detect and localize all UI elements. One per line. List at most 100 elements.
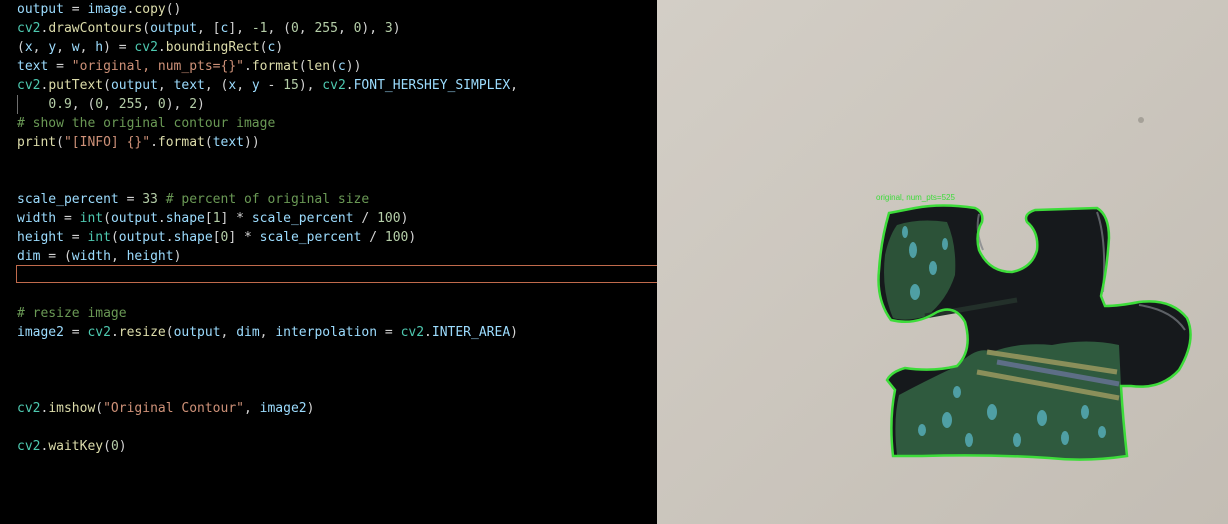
- code-line[interactable]: output = image.copy(): [17, 0, 181, 19]
- code-token: (: [56, 135, 64, 150]
- code-token: .: [110, 325, 119, 340]
- code-line[interactable]: # show the original contour image: [17, 114, 275, 133]
- code-token: c: [337, 59, 346, 74]
- code-token: output: [150, 21, 198, 36]
- code-token: .: [243, 59, 252, 74]
- code-token: 0: [110, 439, 119, 454]
- code-token: interpolation: [275, 325, 378, 340]
- code-line[interactable]: print("[INFO] {}".format(text)): [17, 133, 260, 152]
- code-line[interactable]: scale_percent = 33 # percent of original…: [17, 190, 369, 209]
- code-token: "Original Contour": [103, 401, 244, 416]
- contour-label: original, num_pts=525: [876, 193, 955, 202]
- code-token: =: [63, 230, 88, 245]
- code-token: boundingRect: [165, 40, 260, 55]
- code-token: ,: [79, 40, 96, 55]
- code-token: (: [110, 230, 119, 245]
- code-token: shape: [173, 230, 213, 245]
- code-token: y: [48, 40, 57, 55]
- code-token: w: [71, 40, 80, 55]
- code-line[interactable]: dim = (width, height): [17, 247, 181, 266]
- code-line[interactable]: cv2. putText(output, text, (x, y - 15), c…: [17, 76, 518, 95]
- code-token: ): [408, 230, 417, 245]
- code-editor[interactable]: output = image.copy() cv2.drawContours(ou…: [0, 0, 657, 524]
- code-token: , (: [267, 21, 291, 36]
- code-line[interactable]: cv2.imshow("Original Contour", image2): [17, 399, 314, 418]
- code-token: ): [306, 401, 315, 416]
- code-token: scale_percent: [251, 211, 354, 226]
- code-token: /: [353, 211, 378, 226]
- code-token: .: [424, 325, 432, 340]
- code-token: (: [95, 401, 104, 416]
- code-token: ,: [32, 40, 49, 55]
- code-token: .: [150, 135, 158, 150]
- code-token: ,: [142, 97, 158, 112]
- code-token: int: [87, 230, 111, 245]
- code-token: h: [95, 40, 104, 55]
- code-token: -1: [251, 21, 268, 36]
- code-token: text: [212, 135, 244, 150]
- code-line[interactable]: text = "original, num_pts={}".format(len…: [17, 57, 361, 76]
- code-token: width: [71, 249, 111, 264]
- code-token: output: [173, 325, 221, 340]
- code-token: ,: [298, 21, 315, 36]
- code-token: resize: [118, 325, 166, 340]
- code-token: ,: [103, 97, 119, 112]
- code-token: cv2: [17, 78, 41, 93]
- code-token: (): [165, 2, 182, 17]
- code-token: "[INFO] {}": [63, 135, 151, 150]
- code-line[interactable]: cv2.waitKey(0): [17, 437, 127, 456]
- code-token: dim: [17, 249, 41, 264]
- code-token: ): [400, 211, 409, 226]
- code-token: [: [204, 211, 213, 226]
- code-token: # show the original contour image: [17, 116, 276, 131]
- code-line[interactable]: 0.9, (0, 255, 0), 2): [17, 95, 205, 114]
- code-line[interactable]: # resize image: [17, 304, 127, 323]
- code-token: cv2: [17, 21, 41, 36]
- code-token: ): [173, 249, 182, 264]
- code-token: /: [361, 230, 385, 245]
- code-token: .: [157, 211, 166, 226]
- code-token: (: [204, 135, 213, 150]
- code-token: format: [251, 59, 299, 74]
- indent-guide: [17, 95, 18, 114]
- table-speck: [1138, 117, 1144, 123]
- code-token: image: [87, 2, 127, 17]
- code-token: image2: [259, 401, 307, 416]
- code-line[interactable]: cv2.drawContours(output, [c], -1, (0, 25…: [17, 19, 401, 38]
- code-token: (: [17, 40, 25, 55]
- code-token: ,: [337, 21, 354, 36]
- code-token: ): [197, 97, 205, 112]
- code-token: cv2: [87, 325, 111, 340]
- code-line[interactable]: image2 = cv2.resize(output, dim, interpo…: [17, 323, 518, 342]
- code-token: # resize image: [17, 306, 127, 321]
- code-token: putText: [48, 78, 104, 93]
- code-token: 0: [290, 21, 299, 36]
- code-token: .: [345, 78, 354, 93]
- code-token: output: [110, 211, 158, 226]
- code-token: ,: [236, 78, 252, 93]
- code-token: (: [103, 439, 111, 454]
- code-token: waitKey: [48, 439, 104, 454]
- code-line[interactable]: width = int(output.shape[1] * scale_perc…: [17, 209, 408, 228]
- code-token: ),: [298, 78, 323, 93]
- code-token: imshow: [48, 401, 96, 416]
- code-token: cv2: [17, 439, 41, 454]
- code-token: )): [244, 135, 260, 150]
- code-token: , [: [197, 21, 221, 36]
- code-token: ),: [361, 21, 385, 36]
- code-token: =: [377, 325, 401, 340]
- code-token: output: [17, 2, 64, 17]
- code-token: ): [510, 325, 518, 340]
- code-token: ,: [220, 325, 237, 340]
- code-token: 0.9: [48, 97, 72, 112]
- code-line[interactable]: height = int(output.shape[0] * scale_per…: [17, 228, 416, 247]
- code-token: 3: [384, 21, 393, 36]
- code-token: ,: [244, 401, 260, 416]
- code-token: format: [157, 135, 205, 150]
- code-line[interactable]: (x, y, w, h) = cv2.boundingRect(c): [17, 38, 283, 57]
- code-token: ) =: [103, 40, 135, 55]
- code-token: (: [103, 78, 111, 93]
- code-token: output: [110, 78, 158, 93]
- code-token: ,: [56, 40, 72, 55]
